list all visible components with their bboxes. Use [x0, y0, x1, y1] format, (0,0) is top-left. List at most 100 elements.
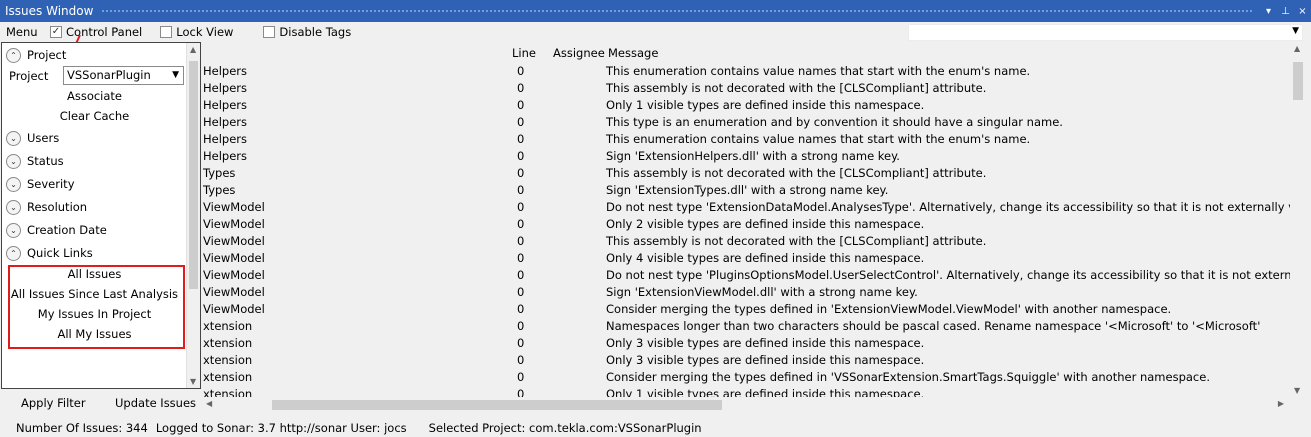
table-row[interactable]: Helpers 0 This enumeration contains value …	[202, 64, 1291, 81]
all-issues-button[interactable]: All Issues	[2, 267, 187, 281]
scroll-right-icon[interactable]: ▶	[1278, 399, 1284, 408]
table-row[interactable]: ViewModel 0 Only 4 visible types are defin…	[202, 251, 1291, 268]
table-row[interactable]: xtension 0 Consider merging the types defi…	[202, 370, 1291, 387]
associate-button[interactable]: Associate	[2, 89, 187, 103]
cell-line: 0	[517, 285, 525, 299]
expand-icon[interactable]: ⌄	[6, 199, 21, 215]
cell-line: 0	[517, 115, 525, 129]
table-row[interactable]: ViewModel 0 Consider merging the types def…	[202, 302, 1291, 319]
cell-line: 0	[517, 200, 525, 214]
scroll-thumb[interactable]	[272, 400, 722, 410]
disable-tags-checkbox[interactable]: Disable Tags	[263, 25, 351, 39]
section-project[interactable]: ⌃ Project	[6, 46, 66, 64]
grid-vertical-scrollbar[interactable]: ▲ ▼	[1290, 42, 1306, 397]
cell-line: 0	[517, 234, 525, 248]
table-row[interactable]: Types 0 Sign 'ExtensionTypes.dll' with a s…	[202, 183, 1291, 200]
table-row[interactable]: ViewModel 0 Do not nest type 'PluginsOptio…	[202, 268, 1291, 285]
cell-message: Namespaces longer than two characters sh…	[606, 319, 1261, 333]
section-resolution-label: Resolution	[27, 200, 88, 214]
cell-component: ViewModel	[203, 268, 265, 282]
filter-combobox[interactable]: ▼	[908, 24, 1303, 41]
cell-line: 0	[517, 336, 525, 350]
chevron-down-icon[interactable]: ▼	[1292, 26, 1299, 36]
collapse-icon[interactable]: ⌃	[6, 47, 21, 63]
cell-line: 0	[517, 149, 525, 163]
table-row[interactable]: Helpers 0 Only 1 visible types are defined…	[202, 98, 1291, 115]
section-creation-date[interactable]: ⌄ Creation Date	[6, 221, 107, 239]
table-row[interactable]: xtension 0 Only 3 visible types are define…	[202, 353, 1291, 370]
cell-component: Helpers	[203, 64, 248, 78]
cell-message: This enumeration contains value names th…	[606, 132, 1031, 146]
window-title: Issues Window	[5, 4, 94, 18]
cell-component: ViewModel	[203, 285, 265, 299]
titlebar-grip[interactable]	[101, 8, 1252, 14]
my-issues-in-project-button[interactable]: My Issues In Project	[2, 307, 187, 321]
cell-message: This enumeration contains value names th…	[606, 64, 1031, 78]
dropdown-icon[interactable]: ▾	[1260, 6, 1277, 17]
expand-icon[interactable]: ⌄	[6, 222, 21, 238]
scroll-left-icon[interactable]: ◀	[206, 399, 212, 408]
table-row[interactable]: xtension 0 Only 1 visible types are define…	[202, 387, 1291, 397]
table-row[interactable]: ViewModel 0 This assembly is not decorated…	[202, 234, 1291, 251]
section-status[interactable]: ⌄ Status	[6, 152, 64, 170]
cell-message: Sign 'ExtensionTypes.dll' with a strong …	[606, 183, 889, 197]
expand-icon[interactable]: ⌄	[6, 153, 21, 169]
table-row[interactable]: xtension 0 Only 3 visible types are define…	[202, 336, 1291, 353]
table-row[interactable]: Helpers 0 This type is an enumeration and …	[202, 115, 1291, 132]
checkbox-icon[interactable]	[160, 26, 173, 38]
expand-icon[interactable]: ⌄	[6, 176, 21, 192]
clear-cache-button[interactable]: Clear Cache	[2, 109, 187, 123]
column-header-message[interactable]: Message	[608, 46, 658, 60]
chevron-down-icon[interactable]: ▼	[172, 67, 179, 84]
cell-line: 0	[517, 302, 525, 316]
table-row[interactable]: Helpers 0 This enumeration contains value …	[202, 132, 1291, 149]
table-row[interactable]: ViewModel 0 Sign 'ExtensionViewModel.dll' …	[202, 285, 1291, 302]
table-row[interactable]: ViewModel 0 Only 2 visible types are defin…	[202, 217, 1291, 234]
cell-component: xtension	[203, 370, 253, 384]
section-status-label: Status	[27, 154, 64, 168]
collapse-icon[interactable]: ⌃	[6, 245, 21, 261]
scroll-up-icon[interactable]: ▲	[190, 45, 196, 54]
table-row[interactable]: Helpers 0 Sign 'ExtensionHelpers.dll' with…	[202, 149, 1291, 166]
cell-component: Helpers	[203, 132, 248, 146]
cell-line: 0	[517, 370, 525, 384]
expand-icon[interactable]: ⌄	[6, 130, 21, 146]
apply-filter-button[interactable]: Apply Filter	[21, 396, 86, 410]
table-row[interactable]: Helpers 0 This assembly is not decorated w…	[202, 81, 1291, 98]
section-users[interactable]: ⌄ Users	[6, 129, 59, 147]
scroll-thumb[interactable]	[189, 61, 198, 289]
cell-component: ViewModel	[203, 200, 265, 214]
table-row[interactable]: ViewModel 0 Do not nest type 'ExtensionDat…	[202, 200, 1291, 217]
update-issues-button[interactable]: Update Issues	[115, 396, 196, 410]
section-quick-links[interactable]: ⌃ Quick Links	[6, 244, 93, 262]
table-row[interactable]: xtension 0 Namespaces longer than two char…	[202, 319, 1291, 336]
lock-view-checkbox[interactable]: Lock View	[160, 25, 233, 39]
table-row[interactable]: Types 0 This assembly is not decorated wit…	[202, 166, 1291, 183]
cell-component: xtension	[203, 319, 253, 333]
section-severity[interactable]: ⌄ Severity	[6, 175, 75, 193]
section-project-label: Project	[27, 48, 67, 62]
column-header-assignee[interactable]: Assignee	[553, 46, 605, 60]
cell-component: xtension	[203, 336, 253, 350]
sonar-login-status: Logged to Sonar: 3.7 http://sonar User: …	[155, 420, 407, 435]
issues-since-last-analysis-button[interactable]: All Issues Since Last Analysis	[2, 287, 187, 301]
section-resolution[interactable]: ⌄ Resolution	[6, 198, 87, 216]
all-my-issues-button[interactable]: All My Issues	[2, 327, 187, 341]
grid-horizontal-scrollbar[interactable]: ◀ ▶	[202, 397, 1288, 413]
scroll-down-icon[interactable]: ▼	[1294, 386, 1300, 395]
checkbox-icon[interactable]	[263, 26, 276, 38]
scroll-down-icon[interactable]: ▼	[190, 377, 196, 386]
menu-button[interactable]: Menu	[0, 25, 50, 39]
scroll-up-icon[interactable]: ▲	[1294, 44, 1300, 53]
panel-scrollbar[interactable]: ▲ ▼	[186, 43, 200, 388]
cell-message: Consider merging the types defined in 'E…	[606, 302, 1172, 316]
close-icon[interactable]: ×	[1294, 6, 1311, 17]
cell-component: xtension	[203, 353, 253, 367]
project-select[interactable]: VSSonarPlugin ▼	[63, 66, 184, 85]
scroll-thumb[interactable]	[1293, 62, 1303, 100]
cell-message: Do not nest type 'ExtensionDataModel.Ana…	[606, 200, 1291, 214]
cell-line: 0	[517, 319, 525, 333]
pin-icon[interactable]: ⊥	[1277, 6, 1294, 17]
cell-message: Do not nest type 'PluginsOptionsModel.Us…	[606, 268, 1291, 282]
column-header-line[interactable]: Line	[512, 46, 536, 60]
